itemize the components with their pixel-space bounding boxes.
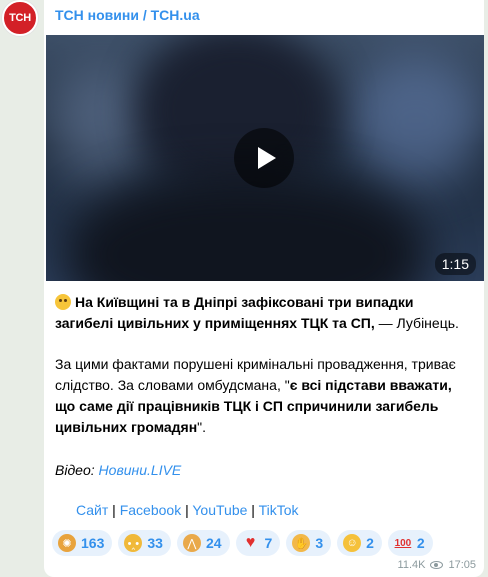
channel-name[interactable]: ТСН новини / TCH.ua [55, 7, 200, 23]
reaction-heart[interactable]: ♥ 7 [235, 530, 281, 556]
channel-avatar[interactable]: ТСН [2, 0, 38, 36]
message-time: 17:05 [448, 559, 476, 571]
reaction-count: 7 [264, 535, 273, 551]
praying-hands-icon: ⋀ [182, 534, 201, 552]
heart-icon: ♥ [245, 534, 256, 551]
views-count: 11.4K [397, 559, 426, 571]
hundred-points-icon: 100 [394, 537, 412, 549]
reactions-bar: ✺ 163 •‸• 33 ⋀ 24 ♥ 7 ✋ 3 ☺ 2 100 2 [52, 530, 433, 556]
play-icon[interactable] [234, 128, 294, 188]
exploding-head-icon: ✺ [58, 534, 76, 552]
clapping-hands-icon: ✋ [292, 534, 311, 552]
headline-bold: На Київщині та в Дніпрі зафіксовані три … [55, 294, 414, 331]
screaming-face-icon [55, 294, 71, 310]
post-paragraph: За цими фактами порушені кримінальні про… [55, 354, 475, 438]
link-site[interactable]: Сайт [76, 502, 108, 518]
link-separator: | [247, 502, 259, 518]
reaction-count: 3 [315, 535, 324, 551]
link-separator: | [181, 502, 193, 518]
social-links: Сайт | Facebook | YouTube | TikTok [55, 500, 475, 521]
crying-face-icon: •‸• [124, 534, 143, 552]
link-youtube[interactable]: YouTube [192, 502, 247, 518]
eye-icon [430, 561, 444, 569]
grinning-face-icon: ☺ [343, 534, 362, 552]
reaction-praying-hands[interactable]: ⋀ 24 [176, 530, 230, 556]
video-duration: 1:15 [434, 253, 476, 275]
link-facebook[interactable]: Facebook [120, 502, 181, 518]
reaction-count: 24 [205, 535, 222, 551]
video-credit: Відео: Новини.LIVE [55, 460, 475, 481]
reaction-crying-face[interactable]: •‸• 33 [118, 530, 171, 556]
reaction-count: 163 [81, 535, 105, 551]
reaction-clapping-hands[interactable]: ✋ 3 [286, 530, 332, 556]
reaction-grinning-face[interactable]: ☺ 2 [337, 530, 382, 556]
link-separator: | [108, 502, 120, 518]
video-blur-shape [66, 175, 426, 281]
video-player[interactable]: 1:15 [46, 35, 484, 281]
post-headline: На Київщині та в Дніпрі зафіксовані три … [55, 292, 475, 334]
paragraph-end: ". [197, 419, 207, 435]
headline-tail: — Лубінець. [374, 315, 459, 331]
link-tiktok[interactable]: TikTok [259, 502, 299, 518]
reaction-count: 2 [366, 535, 374, 551]
video-credit-label: Відео: [55, 462, 99, 478]
reaction-exploding-head[interactable]: ✺ 163 [52, 530, 113, 556]
reaction-count: 33 [147, 535, 163, 551]
video-blur-shape [346, 55, 484, 185]
video-credit-link[interactable]: Новини.LIVE [99, 462, 182, 478]
channel-avatar-text: ТСН [9, 12, 31, 24]
message-meta: 11.4K 17:05 [398, 559, 476, 571]
reaction-count: 2 [416, 535, 425, 551]
reaction-hundred-points[interactable]: 100 2 [387, 530, 433, 556]
